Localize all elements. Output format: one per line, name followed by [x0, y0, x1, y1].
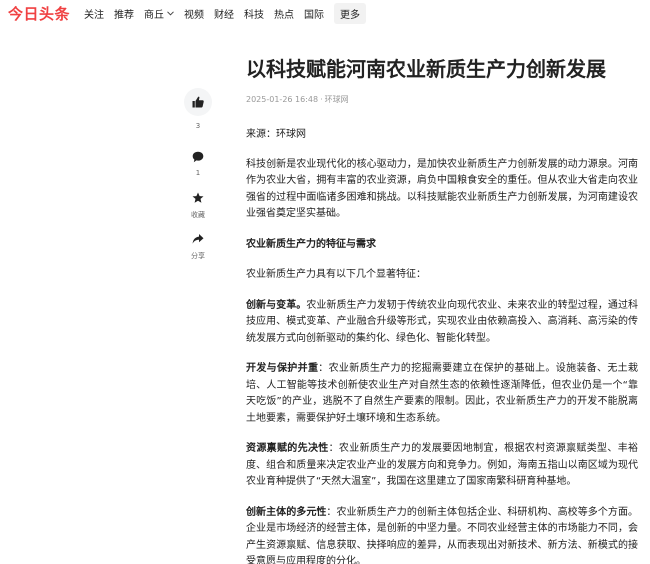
- article-container: 以科技赋能河南农业新质生产力创新发展 2025-01-26 16:48 · 环球网 …: [246, 54, 638, 564]
- comment-count: 1: [195, 169, 201, 177]
- like-count: 3: [195, 122, 201, 130]
- meta-separator: ·: [320, 95, 323, 104]
- nav-label: 财经: [214, 9, 235, 21]
- nav-item-hot[interactable]: 热点: [274, 6, 294, 21]
- paragraph: 农业新质生产力具有以下几个显著特征：: [246, 269, 426, 280]
- nav-item-shangqiu[interactable]: 商丘: [144, 6, 174, 21]
- nav-label: 商丘: [144, 9, 165, 21]
- nav-label: 国际: [304, 9, 325, 21]
- like-icon-circle: [184, 88, 212, 116]
- comment-button[interactable]: 1: [184, 148, 212, 177]
- favorite-label: 收藏: [191, 211, 205, 219]
- section-heading: 农业新质生产力的特征与需求: [246, 238, 376, 250]
- paragraph: 资源禀赋的先决性：农业新质生产力的发展要因地制宜，根据农村资源禀赋类型、丰裕度、…: [246, 441, 638, 491]
- paragraph-lead: 资源禀赋的先决性: [246, 443, 329, 454]
- nav-label: 科技: [244, 9, 265, 21]
- article-title: 以科技赋能河南农业新质生产力创新发展: [246, 57, 606, 81]
- toutiao-logo[interactable]: 今日头条: [8, 3, 70, 24]
- paragraph: 创新与变革。农业新质生产力发轫于传统农业向现代农业、未来农业的转型过程，通过科技…: [246, 298, 638, 348]
- article-action-sidebar: 3 1 收藏 分享: [184, 88, 212, 261]
- thumbs-up-icon: [192, 93, 204, 112]
- nav-label: 关注: [84, 9, 105, 21]
- nav-item-tech[interactable]: 科技: [244, 6, 264, 21]
- top-nav-bar: 今日头条 关注 推荐 商丘 视频 财经 科技 热点 国际 更多: [0, 0, 650, 26]
- nav-more-button[interactable]: 更多: [334, 2, 367, 24]
- share-button[interactable]: 分享: [184, 230, 212, 261]
- publisher-name[interactable]: 环球网: [325, 95, 349, 104]
- paragraph: 创新主体的多元性：农业新质生产力的创新主体包括企业、科研机构、高校等多个方面。企…: [246, 505, 638, 564]
- paragraph-lead: 创新与变革。: [246, 299, 307, 311]
- share-arrow-icon: [192, 230, 204, 249]
- article-meta: 2025-01-26 16:48 · 环球网: [246, 94, 638, 105]
- share-label: 分享: [191, 252, 205, 260]
- paragraph-lead: 开发与保护并重: [246, 363, 319, 374]
- nav-item-finance[interactable]: 财经: [214, 6, 234, 21]
- comment-bubble-icon: [192, 148, 204, 167]
- nav-label: 视频: [184, 9, 205, 21]
- nav-label: 推荐: [114, 9, 135, 21]
- nav-label: 热点: [274, 9, 295, 21]
- nav-item-recommend[interactable]: 推荐: [114, 6, 134, 21]
- paragraph: 开发与保护并重：农业新质生产力的挖掘需要建立在保护的基础上。设施装备、无土栽培、…: [246, 361, 638, 427]
- favorite-button[interactable]: 收藏: [184, 189, 212, 220]
- article-source: 来源：环球网: [246, 129, 306, 140]
- nav-item-follow[interactable]: 关注: [84, 6, 104, 21]
- article-body: 来源：环球网 科技创新是农业现代化的核心驱动力，是加快农业新质生产力创新发展的动…: [246, 127, 638, 564]
- nav-item-video[interactable]: 视频: [184, 6, 204, 21]
- publish-datetime: 2025-01-26 16:48: [246, 95, 319, 104]
- star-icon: [192, 189, 204, 208]
- paragraph: 科技创新是农业现代化的核心驱动力，是加快农业新质生产力创新发展的动力源泉。河南作…: [246, 158, 638, 220]
- paragraph-lead: 创新主体的多元性: [246, 506, 327, 518]
- chevron-down-icon: [167, 9, 174, 18]
- like-button[interactable]: 3: [184, 88, 212, 130]
- nav-item-international[interactable]: 国际: [304, 6, 324, 21]
